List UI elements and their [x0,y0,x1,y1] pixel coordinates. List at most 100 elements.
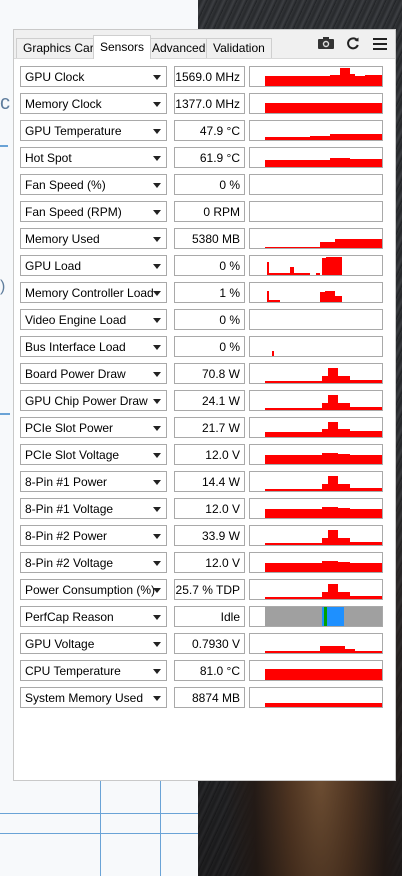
graph-bar [328,530,338,545]
chevron-down-icon[interactable] [153,669,161,674]
sensor-value-text: 70.8 W [201,367,240,381]
sensor-label: PCIe Slot Power [25,421,114,435]
sensor-graph [249,363,383,384]
sensor-label-dropdown[interactable]: Power Consumption (%) [20,579,167,600]
chevron-down-icon[interactable] [153,534,161,539]
graph-bar [350,509,382,518]
sensor-label-dropdown[interactable]: Hot Spot [20,147,167,168]
menu-icon[interactable] [371,36,389,54]
graph-bar [328,476,338,491]
graph-bar [350,542,382,545]
sensor-label-dropdown[interactable]: PCIe Slot Power [20,417,167,438]
chevron-down-icon[interactable] [153,102,161,107]
chevron-down-icon[interactable] [153,426,161,431]
sensor-label-dropdown[interactable]: Fan Speed (%) [20,174,167,195]
graph-bar [322,538,328,545]
graph-bar [265,455,322,464]
sensor-row: Memory Controller Load 1 % [20,281,389,308]
graph-bar [322,561,338,572]
sensor-label: 8-Pin #1 Power [25,475,108,489]
sensor-label-dropdown[interactable]: CPU Temperature [20,660,167,681]
graph-bar [265,137,310,140]
chevron-down-icon[interactable] [153,264,161,269]
background-line [0,813,198,814]
sensor-graph [249,147,383,168]
graph-bar [265,651,320,653]
graph-bar [322,376,328,383]
sensor-graph [249,660,383,681]
sensor-label-dropdown[interactable]: Video Engine Load [20,309,167,330]
graph-bar [350,455,382,464]
sensor-label-dropdown[interactable]: Memory Controller Load [20,282,167,303]
chevron-down-icon[interactable] [153,696,161,701]
sensor-label-dropdown[interactable]: GPU Chip Power Draw [20,390,167,411]
sensor-value-text: 61.9 °C [199,151,240,165]
sensor-label-dropdown[interactable]: 8-Pin #1 Voltage [20,498,167,519]
sensor-value-text: 0 % [219,178,240,192]
graph-bar [338,508,350,518]
sensor-label-dropdown[interactable]: PerfCap Reason [20,606,167,627]
sensor-row: Fan Speed (%) 0 % [20,173,389,200]
sensor-label-dropdown[interactable]: GPU Clock [20,66,167,87]
graph-bar [265,381,322,383]
sensor-label-dropdown[interactable]: GPU Load [20,255,167,276]
tab-validation[interactable]: Validation [206,38,272,58]
graph-bar [350,563,382,572]
sensor-label-dropdown[interactable]: GPU Temperature [20,120,167,141]
sensor-label-dropdown[interactable]: GPU Voltage [20,633,167,654]
background-line [100,781,101,876]
graph-bar [330,134,350,140]
graph-bar [350,74,355,86]
refresh-icon[interactable] [344,36,362,54]
chevron-down-icon[interactable] [153,237,161,242]
sensor-label-dropdown[interactable]: 8-Pin #1 Power [20,471,167,492]
sensor-graph [249,174,383,195]
chevron-down-icon[interactable] [153,291,161,296]
graph-bar [322,429,328,437]
sensor-value: 8874 MB [174,687,245,708]
chevron-down-icon[interactable] [153,345,161,350]
sensor-value-text: 21.7 W [201,421,240,435]
chevron-down-icon[interactable] [153,318,161,323]
tab-sensors[interactable]: Sensors [93,35,152,59]
chevron-down-icon[interactable] [153,561,161,566]
chevron-down-icon[interactable] [153,183,161,188]
chevron-down-icon[interactable] [153,399,161,404]
sensor-label: 8-Pin #1 Voltage [25,502,114,516]
sensor-label: Hot Spot [25,151,72,165]
chevron-down-icon[interactable] [153,642,161,647]
sensor-label-dropdown[interactable]: 8-Pin #2 Voltage [20,552,167,573]
chevron-down-icon[interactable] [153,75,161,80]
chevron-down-icon[interactable] [153,507,161,512]
sensor-label-dropdown[interactable]: Memory Clock [20,93,167,114]
sensor-label-dropdown[interactable]: PCIe Slot Voltage [20,444,167,465]
chevron-down-icon[interactable] [153,480,161,485]
perfcap-vrel-bar [324,607,327,626]
chevron-down-icon[interactable] [153,156,161,161]
chevron-down-icon[interactable] [153,453,161,458]
graph-bar [328,395,338,410]
sensor-label: Bus Interface Load [25,340,126,354]
camera-icon[interactable] [317,36,335,54]
sensor-value: 81.0 °C [174,660,245,681]
chevron-down-icon[interactable] [153,588,161,593]
graph-bar [322,453,338,464]
chevron-down-icon[interactable] [153,615,161,620]
chevron-down-icon[interactable] [153,210,161,215]
sensor-label-dropdown[interactable]: Memory Used [20,228,167,249]
graph-bar [265,432,322,437]
sensor-label: PCIe Slot Voltage [25,448,120,462]
chevron-down-icon[interactable] [153,372,161,377]
sensor-label-dropdown[interactable]: Bus Interface Load [20,336,167,357]
sensor-row: CPU Temperature 81.0 °C [20,659,389,686]
sensor-label-dropdown[interactable]: System Memory Used [20,687,167,708]
sensor-label-dropdown[interactable]: Board Power Draw [20,363,167,384]
sensor-label-dropdown[interactable]: 8-Pin #2 Power [20,525,167,546]
sensor-label-dropdown[interactable]: Fan Speed (RPM) [20,201,167,222]
tab-bar: Graphics Card Sensors Advanced Validatio… [14,30,395,59]
sensor-value-text: 12.0 V [205,448,240,462]
tab-advanced[interactable]: Advanced [145,38,213,58]
graph-bar [269,300,280,302]
chevron-down-icon[interactable] [153,129,161,134]
graph-bar [265,76,330,86]
